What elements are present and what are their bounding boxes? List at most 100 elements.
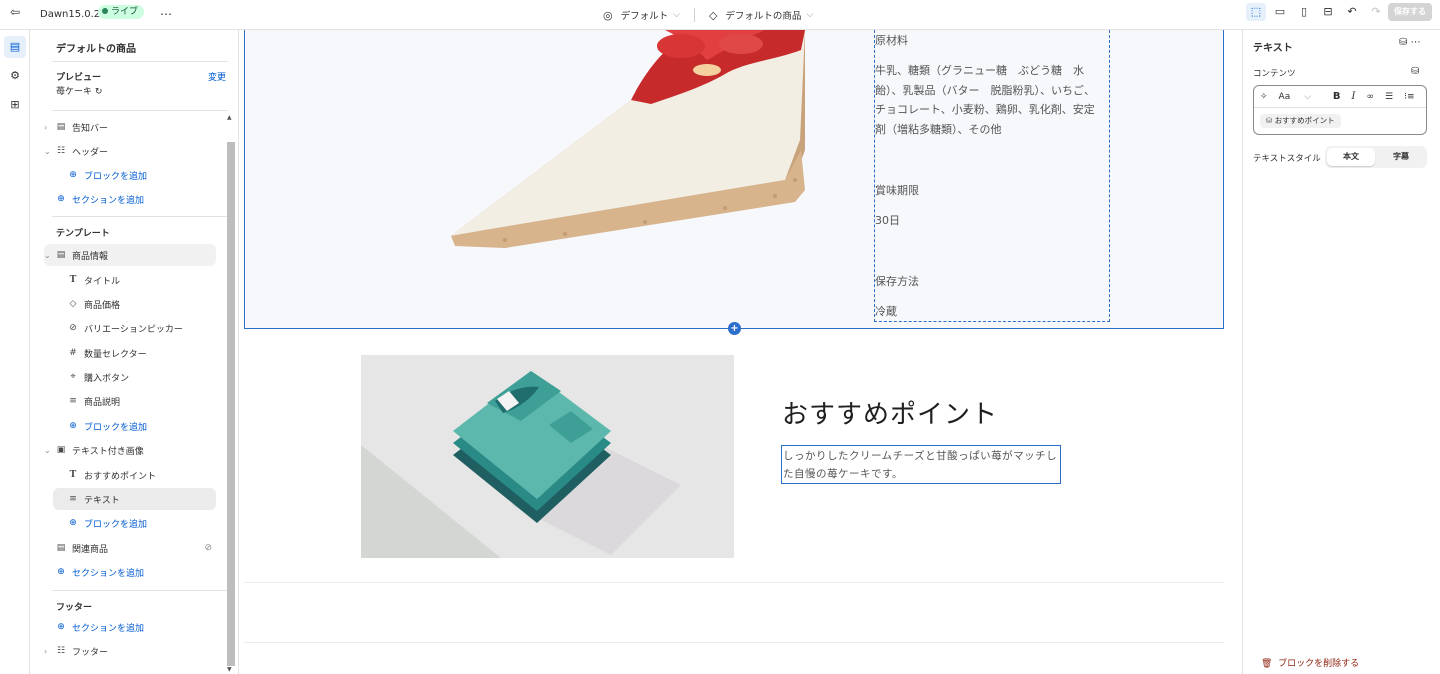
- price-tag-icon: ◇: [69, 299, 77, 309]
- section-announcement-bar[interactable]: › ▤ 告知バー: [44, 116, 220, 138]
- magic-icon[interactable]: ✧: [1260, 92, 1268, 102]
- best-before-heading: 賞味期限: [875, 184, 919, 197]
- block-text-selected[interactable]: ≡ テキスト: [53, 488, 216, 510]
- scroll-down-arrow-icon[interactable]: ▼: [227, 666, 232, 673]
- more-actions-button[interactable]: …: [160, 4, 173, 18]
- block-variant-picker[interactable]: ⊘ バリエーションピッカー: [66, 317, 216, 339]
- theme-selector[interactable]: デフォルト: [621, 8, 669, 22]
- undo-icon[interactable]: ↶: [1342, 3, 1362, 21]
- chevron-down-icon[interactable]: ⌄: [44, 446, 54, 455]
- sidebar-scrollbar[interactable]: [227, 142, 235, 666]
- storage-value: 冷蔵: [875, 305, 897, 318]
- italic-icon[interactable]: I: [1352, 91, 1356, 102]
- cake-product-image[interactable]: [445, 30, 805, 270]
- block-description[interactable]: ≡ 商品説明: [66, 390, 216, 412]
- inspector-icon[interactable]: ⬚: [1246, 3, 1266, 21]
- bullet-list-icon[interactable]: ☰: [1385, 92, 1393, 102]
- chevron-right-icon[interactable]: ›: [44, 647, 54, 656]
- variant-icon: ⊘: [69, 323, 77, 333]
- section-label: 商品情報: [72, 251, 109, 262]
- top-bar: ⇦ Dawn15.0.2 ライブ … ◎ デフォルト ⌵ ◇ デフォルトの商品 …: [0, 0, 1440, 30]
- delete-block-button[interactable]: 🗑 ブロックを削除する: [1261, 656, 1359, 669]
- product-info-section[interactable]: 原材料 牛乳、糖類（グラニュー糖 ぶどう糖 水 飴）、乳製品（バター 脱脂粉乳）…: [244, 30, 1224, 329]
- divider: [52, 110, 228, 111]
- text-style-label: テキストスタイル: [1253, 154, 1321, 164]
- scroll-up-arrow-icon[interactable]: ▲: [227, 114, 232, 121]
- ingredients-line: 剤（増粘多糖類）、その他: [875, 123, 1002, 136]
- add-block-label: ブロックを追加: [84, 171, 148, 182]
- chevron-down-icon[interactable]: ⌄: [44, 251, 54, 260]
- block-heading[interactable]: T おすすめポイント: [66, 464, 216, 486]
- section-image-with-text[interactable]: ⌄ ▣ テキスト付き画像: [44, 439, 216, 461]
- feature-text-block-selected[interactable]: しっかりしたクリームチーズと甘酸っぱい苺がマッチした自慢の苺ケーキです。: [781, 445, 1061, 484]
- sections-icon[interactable]: ▤: [4, 36, 26, 58]
- mobile-view-icon[interactable]: ▯: [1294, 3, 1314, 21]
- content-label: コンテンツ: [1253, 69, 1296, 79]
- divider: [52, 216, 228, 217]
- left-rail: ▤ ⚙ ⊞: [0, 30, 30, 674]
- preview-product-name: 苺ケーキ: [56, 87, 93, 97]
- style-option-body[interactable]: 本文: [1327, 148, 1375, 166]
- add-block-button[interactable]: ⊕ ブロックを追加: [66, 164, 216, 186]
- style-option-caption[interactable]: 字幕: [1377, 148, 1425, 166]
- add-block-button[interactable]: ⊕ ブロックを追加: [66, 512, 216, 534]
- block-quantity-selector[interactable]: # 数量セレクター: [66, 342, 216, 364]
- plus-circle-icon: ⊕: [69, 170, 77, 180]
- database-icon: ⛁: [1266, 116, 1273, 125]
- section-layout-icon: ▤: [56, 250, 66, 260]
- section-related-products[interactable]: ▤ 関連商品 ⊘: [54, 537, 216, 559]
- text-icon: T: [69, 275, 77, 285]
- footer-icon: ☷: [56, 646, 66, 656]
- add-section-label: セクションを追加: [72, 568, 145, 579]
- database-icon[interactable]: ⛁: [1399, 37, 1407, 48]
- fullscreen-icon[interactable]: ⊟: [1318, 3, 1338, 21]
- font-size-dropdown[interactable]: Aa ⌵: [1279, 92, 1322, 102]
- cursor-button-icon: ⌖: [70, 372, 76, 382]
- block-title[interactable]: T タイトル: [66, 269, 216, 291]
- block-label: テキスト: [84, 495, 120, 506]
- plus-circle-icon: ⊕: [69, 518, 77, 528]
- add-block-button[interactable]: ⊕ ブロックを追加: [66, 415, 216, 437]
- preview-product: 苺ケーキ ↻: [56, 84, 102, 97]
- link-icon[interactable]: ∞: [1367, 92, 1375, 102]
- redo-icon[interactable]: ↷: [1366, 3, 1386, 21]
- refresh-icon[interactable]: ↻: [95, 87, 103, 97]
- tshirt-placeholder-image[interactable]: [361, 355, 734, 558]
- live-badge-label: ライブ: [111, 7, 139, 17]
- chevron-down-icon[interactable]: ⌄: [44, 147, 54, 156]
- image-text-icon: ▣: [56, 445, 66, 455]
- add-section-button[interactable]: ⊕ セクションを追加: [54, 188, 214, 210]
- sidebar-title: デフォルトの商品: [56, 44, 136, 55]
- block-label: 購入ボタン: [84, 373, 130, 384]
- more-icon[interactable]: ⋯: [1411, 37, 1421, 48]
- numbered-list-icon[interactable]: ⁝≡: [1404, 92, 1414, 102]
- text-icon: T: [69, 470, 77, 480]
- add-section-label: セクションを追加: [72, 623, 145, 634]
- rich-text-editor[interactable]: ✧ Aa ⌵ B I ∞ ☰ ⁝≡ ⛁ おすすめポイント: [1253, 85, 1427, 135]
- apps-icon[interactable]: ⊞: [4, 94, 26, 116]
- exit-icon[interactable]: ⇦: [10, 5, 20, 19]
- feature-heading[interactable]: おすすめポイント: [782, 394, 998, 431]
- add-section-button[interactable]: ⊕ セクションを追加: [54, 616, 214, 638]
- plus-circle-icon: ⊕: [57, 622, 65, 632]
- desktop-view-icon[interactable]: ▭: [1270, 3, 1290, 21]
- dynamic-source-chip[interactable]: ⛁ おすすめポイント: [1260, 114, 1341, 128]
- add-section-button[interactable]: ⊕ セクションを追加: [54, 561, 214, 583]
- save-button[interactable]: 保存する: [1388, 3, 1432, 21]
- template-selector[interactable]: デフォルトの商品: [725, 8, 801, 22]
- settings-gear-icon[interactable]: ⚙: [4, 65, 26, 87]
- section-product-info[interactable]: ⌄ ▤ 商品情報: [44, 244, 216, 266]
- ingredients-text-block[interactable]: 原材料 牛乳、糖類（グラニュー糖 ぶどう糖 水 飴）、乳製品（バター 脱脂粉乳）…: [874, 30, 1110, 322]
- preview-change-link[interactable]: 変更: [208, 70, 226, 83]
- bold-icon[interactable]: B: [1333, 91, 1341, 102]
- section-header[interactable]: ⌄ ☷ ヘッダー: [44, 140, 220, 162]
- add-section-plus-icon[interactable]: +: [728, 322, 741, 335]
- section-footer[interactable]: › ☷ フッター: [44, 640, 220, 662]
- block-price[interactable]: ◇ 商品価格: [66, 293, 216, 315]
- chevron-right-icon[interactable]: ›: [44, 123, 54, 132]
- hidden-eye-icon[interactable]: ⊘: [204, 543, 212, 553]
- preview-label: プレビュー: [56, 73, 102, 83]
- dynamic-source-icon[interactable]: ⛁: [1411, 66, 1419, 77]
- block-buy-buttons[interactable]: ⌖ 購入ボタン: [66, 366, 216, 388]
- section-sidebar: デフォルトの商品 プレビュー 変更 苺ケーキ ↻ › ▤ 告知バー ⌄ ☷ ヘッダー ⊕…: [30, 30, 239, 674]
